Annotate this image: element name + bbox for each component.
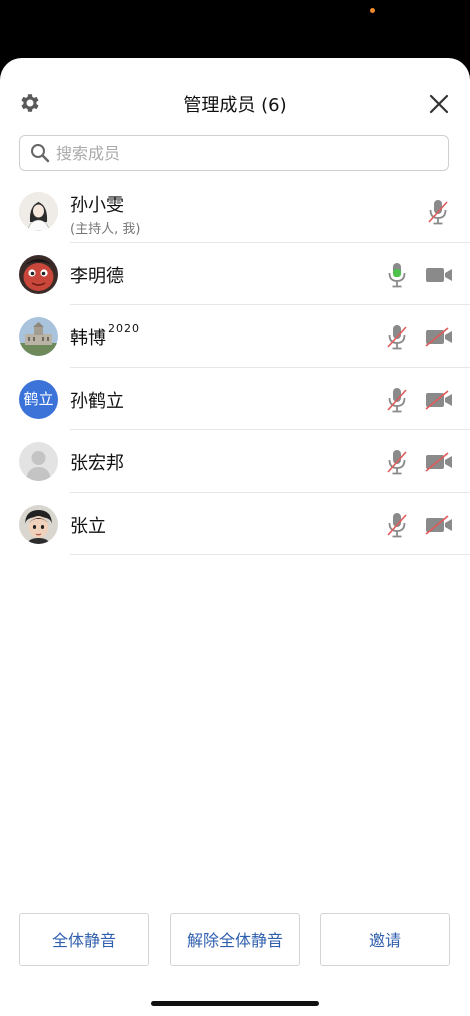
home-indicator[interactable] (151, 1001, 319, 1006)
mic-muted-icon[interactable] (386, 386, 408, 414)
member-name: 李明德 (70, 265, 124, 287)
camera-off-icon[interactable] (425, 452, 453, 472)
mic-muted-icon[interactable] (386, 511, 408, 539)
member-list: 孙小雯 (主持人, 我) 李明德 韩博 2020 鹤立 孙鹤立 张宏邦 张立 (0, 180, 470, 555)
member-name-text: 韩博 (70, 328, 106, 349)
mic-active-icon[interactable] (386, 261, 408, 289)
member-name: 张立 (70, 515, 106, 537)
member-row[interactable]: 李明德 (0, 243, 470, 305)
member-row[interactable]: 韩博 2020 (0, 305, 470, 368)
member-row[interactable]: 鹤立 孙鹤立 (0, 368, 470, 430)
member-name: 韩博 2020 (70, 322, 140, 350)
footer-actions: 全体静音 解除全体静音 邀请 (0, 913, 470, 968)
page-title: 管理成员 (6) (183, 95, 287, 116)
avatar (19, 192, 58, 231)
camera-on-icon[interactable] (425, 265, 453, 285)
avatar (19, 442, 58, 481)
avatar (19, 504, 58, 544)
mute-all-button[interactable]: 全体静音 (19, 913, 149, 966)
search-box (19, 135, 449, 171)
member-role: (主持人, 我) (70, 222, 141, 237)
camera-off-icon[interactable] (425, 389, 453, 410)
member-row-host[interactable]: 孙小雯 (主持人, 我) (0, 180, 470, 243)
status-indicator-dot (370, 8, 375, 13)
row-divider (70, 554, 470, 555)
unmute-all-button[interactable]: 解除全体静音 (170, 913, 300, 966)
search-icon (31, 144, 50, 163)
mic-muted-icon[interactable] (427, 198, 449, 226)
avatar (19, 317, 58, 356)
member-name-superscript: 2020 (108, 322, 140, 335)
member-row[interactable]: 张宏邦 (0, 430, 470, 493)
avatar (19, 254, 58, 294)
mic-muted-icon[interactable] (386, 448, 408, 476)
avatar: 鹤立 (19, 379, 58, 419)
member-name: 孙小雯 (70, 195, 124, 216)
camera-off-icon[interactable] (425, 327, 453, 347)
camera-off-icon[interactable] (425, 514, 453, 535)
member-row[interactable]: 张立 (0, 493, 470, 555)
member-name: 孙鹤立 (70, 390, 124, 412)
search-input[interactable] (56, 136, 436, 170)
manage-members-sheet: 管理成员 (6) 孙小雯 (主持人, 我) (0, 58, 470, 1016)
member-name: 张宏邦 (70, 453, 124, 474)
mic-muted-icon[interactable] (386, 323, 408, 351)
close-icon[interactable] (428, 93, 450, 115)
invite-button[interactable]: 邀请 (320, 913, 450, 966)
